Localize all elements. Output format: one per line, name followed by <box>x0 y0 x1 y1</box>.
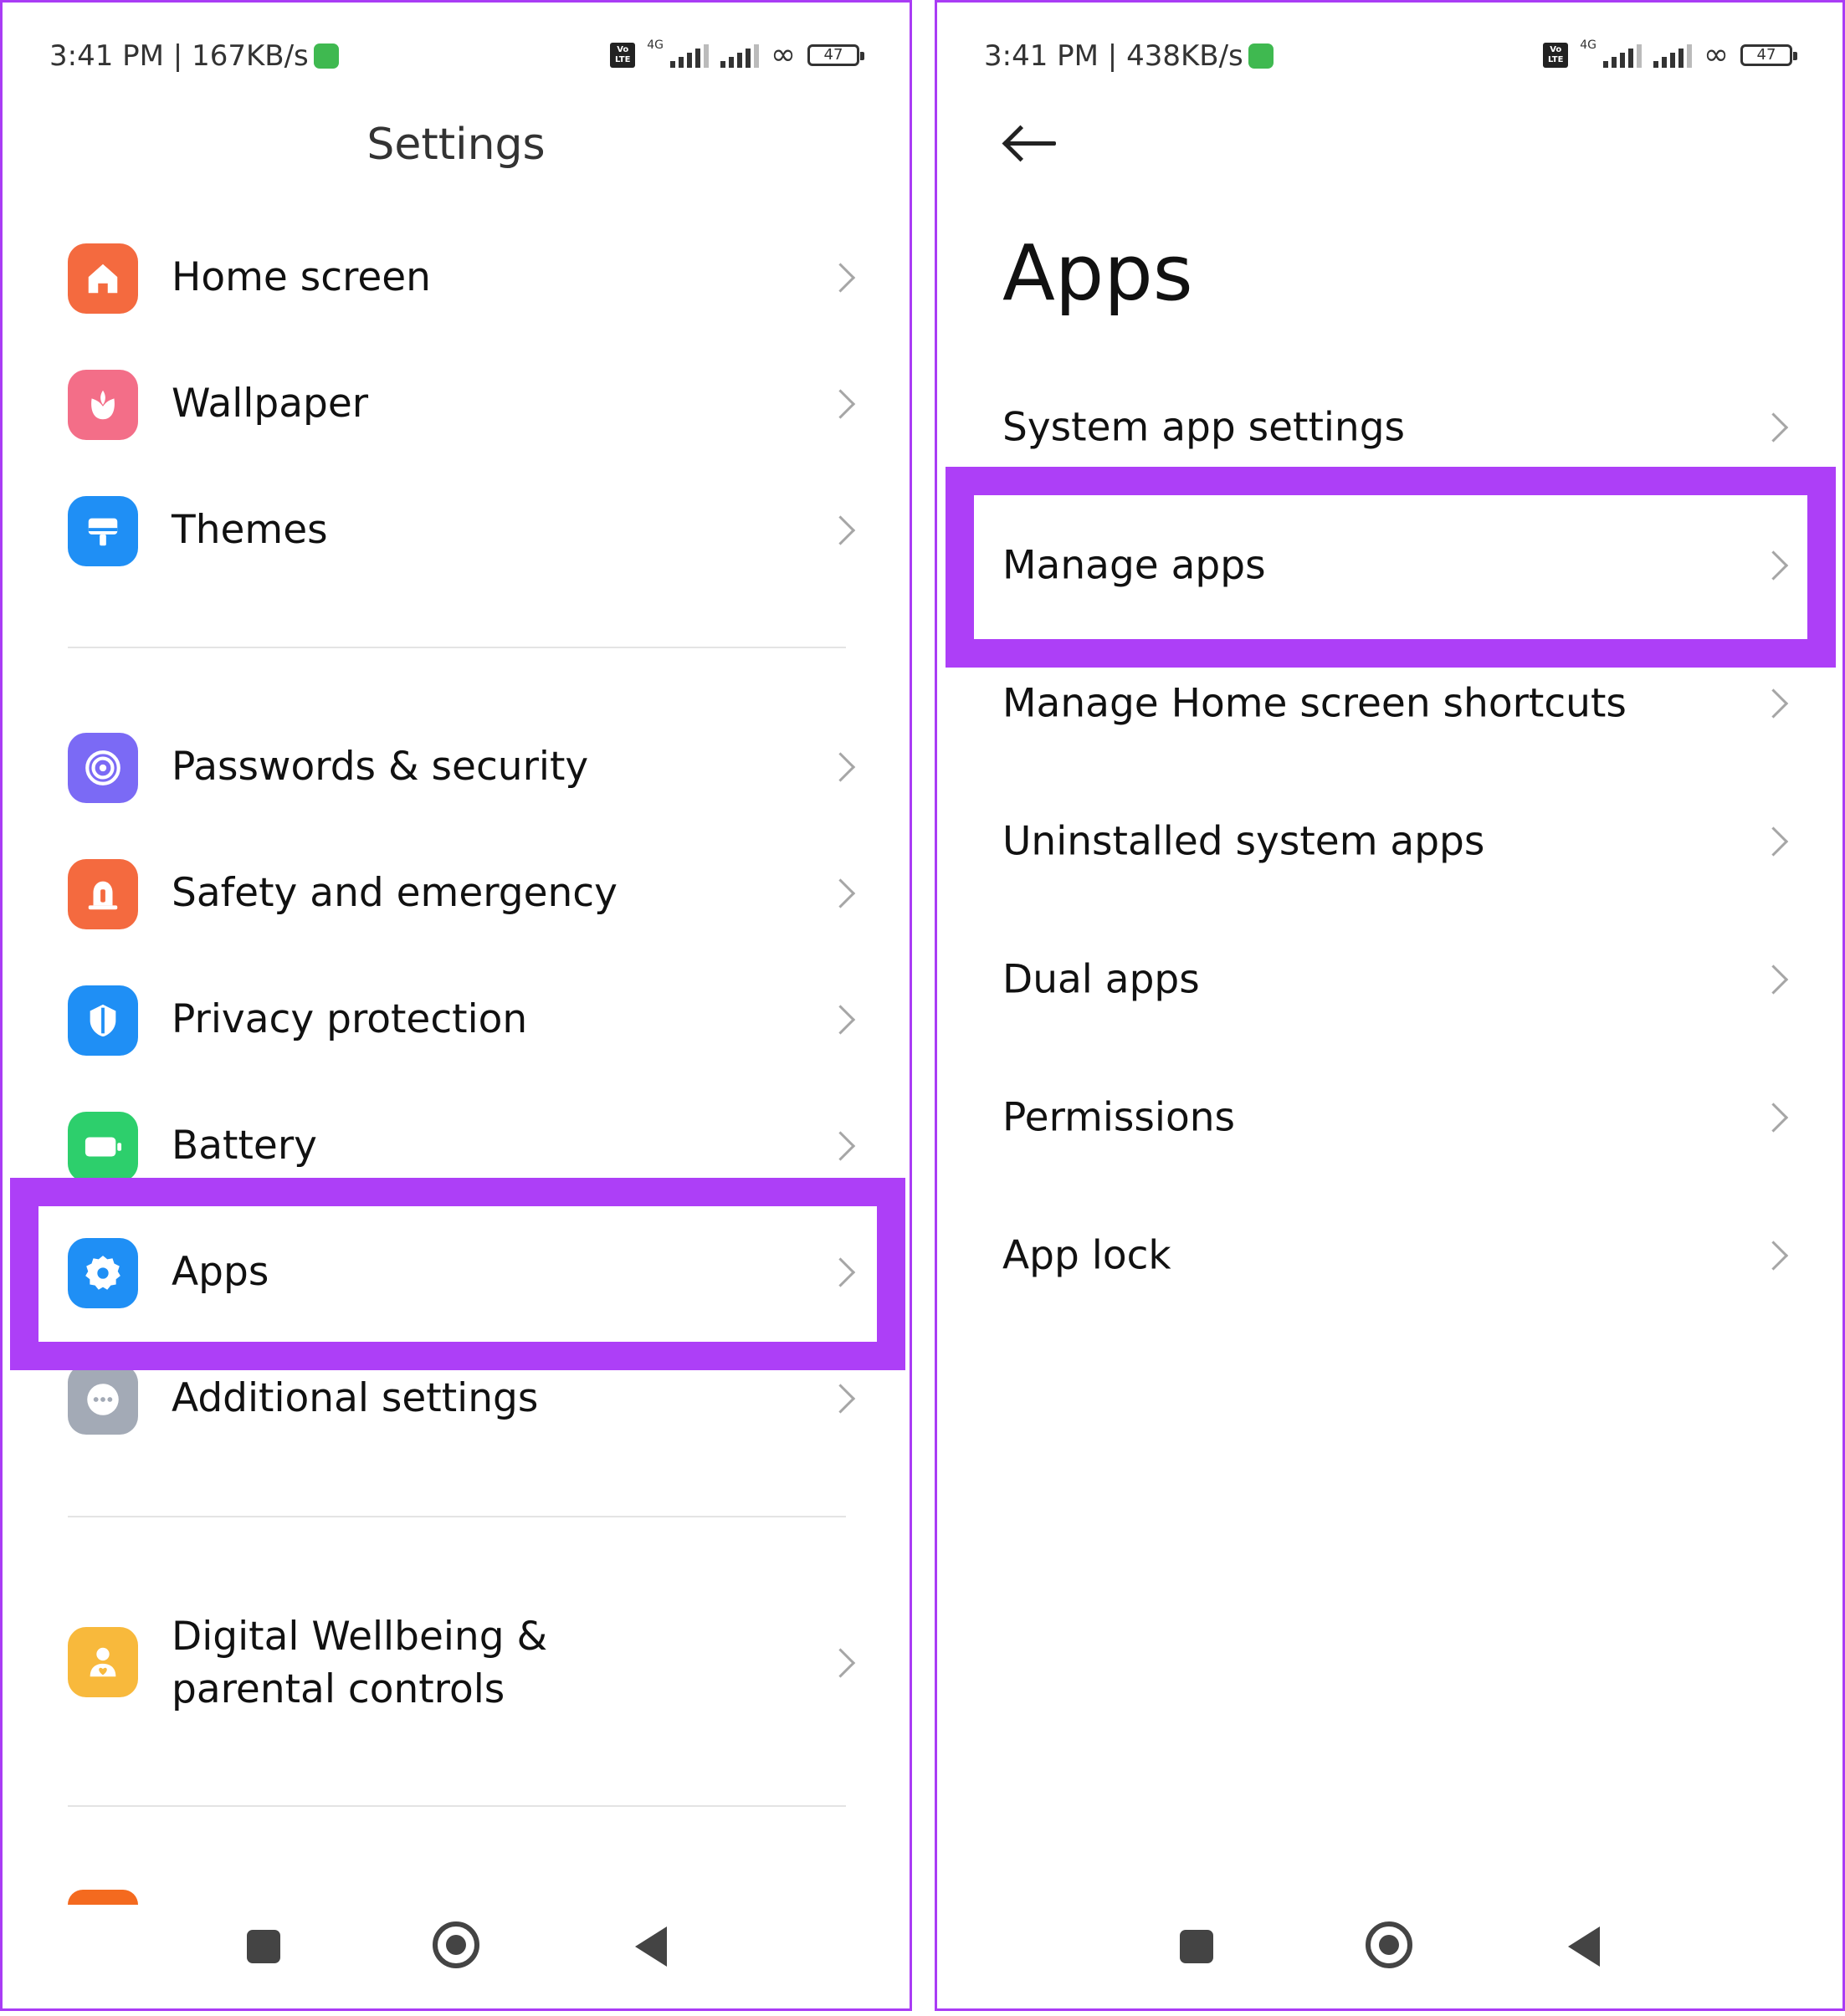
signal-2-icon <box>1653 43 1692 68</box>
settings-item-passwords-security[interactable]: Passwords & security <box>3 721 910 813</box>
partial-settings-icon <box>68 1890 138 1905</box>
settings-item-label: Battery <box>172 1123 317 1169</box>
gear-icon <box>68 1238 138 1308</box>
signal-icon <box>670 43 709 68</box>
settings-item-label: Safety and emergency <box>172 870 618 916</box>
settings-item-privacy-protection[interactable]: Privacy protection <box>3 974 910 1066</box>
chevron-right-icon <box>825 263 856 293</box>
apps-item-permissions[interactable]: Permissions <box>937 1067 1842 1168</box>
chevron-right-icon <box>1758 688 1789 719</box>
section-divider <box>68 647 846 648</box>
navigation-bar <box>937 1913 1842 1980</box>
apps-item-uninstalled-system-apps[interactable]: Uninstalled system apps <box>937 791 1842 892</box>
home-button[interactable] <box>433 1921 479 1968</box>
chevron-right-icon <box>825 1005 856 1035</box>
status-time: 3:41 PM | 438KB/s <box>984 39 1274 73</box>
signal-icon <box>1603 43 1642 68</box>
settings-item-label: Digital Wellbeing & parental controls <box>172 1614 548 1712</box>
fingerprint-icon <box>68 733 138 803</box>
apps-item-system-app-settings[interactable]: System app settings <box>937 377 1842 478</box>
chevron-right-icon <box>825 1257 856 1287</box>
status-bar: 3:41 PM | 438KB/s Vo LTE 4G ∞ 47 <box>984 38 1797 76</box>
hotspot-link-icon: ∞ <box>1704 38 1729 72</box>
wellbeing-icon <box>68 1627 138 1697</box>
network-type: 4G <box>1580 38 1596 52</box>
apps-item-label: App lock <box>1002 1232 1171 1279</box>
status-time: 3:41 PM | 167KB/s <box>49 39 339 73</box>
chevron-right-icon <box>825 515 856 545</box>
page-title: Settings <box>366 120 546 170</box>
chevron-right-icon <box>825 1384 856 1414</box>
home-button[interactable] <box>1366 1921 1412 1968</box>
status-bar: 3:41 PM | 167KB/s Vo LTE 4G ∞ 47 <box>49 38 864 76</box>
apps-screen: 3:41 PM | 438KB/s Vo LTE 4G ∞ 47 Apps Sys… <box>935 0 1845 2011</box>
settings-item-digital-wellbeing[interactable]: Digital Wellbeing & parental controls <box>3 1609 910 1717</box>
chevron-right-icon <box>825 389 856 419</box>
apps-item-label: Manage apps <box>1002 542 1266 589</box>
battery-status-icon: 47 <box>1740 44 1797 66</box>
flower-icon <box>68 370 138 440</box>
settings-item-label: Apps <box>172 1249 269 1295</box>
settings-item-label: Wallpaper <box>172 381 369 427</box>
settings-item-themes[interactable]: Themes <box>3 484 910 576</box>
settings-item-label: Additional settings <box>172 1375 539 1421</box>
privacy-shield-icon <box>68 985 138 1056</box>
apps-item-label: Uninstalled system apps <box>1002 818 1485 865</box>
alarm-bell-icon <box>68 859 138 929</box>
battery-status-icon: 47 <box>807 44 864 66</box>
apps-item-manage-apps[interactable]: Manage apps <box>937 515 1842 616</box>
section-divider <box>68 1516 846 1517</box>
chevron-right-icon <box>1758 965 1789 995</box>
settings-item-label: Passwords & security <box>172 744 589 790</box>
apps-item-label: Dual apps <box>1002 956 1200 1003</box>
settings-item-additional-settings[interactable]: Additional settings <box>3 1353 910 1445</box>
battery-icon <box>68 1112 138 1182</box>
apps-item-label: Permissions <box>1002 1094 1235 1141</box>
volte-icon: Vo LTE <box>1543 43 1569 68</box>
settings-item-battery[interactable]: Battery <box>3 1100 910 1192</box>
settings-item-label: Privacy protection <box>172 996 528 1042</box>
chevron-right-icon <box>825 1648 856 1678</box>
back-button[interactable] <box>1568 1926 1600 1967</box>
more-dots-icon <box>68 1364 138 1435</box>
chevron-right-icon <box>1758 1241 1789 1271</box>
recents-button[interactable] <box>1180 1930 1213 1963</box>
settings-screen: 3:41 PM | 167KB/s Vo LTE 4G ∞ 47 Settings… <box>0 0 912 2011</box>
chevron-right-icon <box>825 752 856 782</box>
page-title: Apps <box>1002 228 1193 318</box>
back-button[interactable] <box>635 1926 667 1967</box>
recents-button[interactable] <box>247 1930 280 1963</box>
network-type: 4G <box>647 38 664 52</box>
hotspot-link-icon: ∞ <box>771 38 796 72</box>
navigation-bar <box>3 1913 910 1980</box>
chevron-right-icon <box>825 878 856 908</box>
app-notification-icon <box>313 43 339 69</box>
apps-item-label: Manage Home screen shortcuts <box>1002 680 1627 727</box>
settings-item-label: Home screen <box>172 254 431 300</box>
app-notification-icon <box>1248 43 1274 69</box>
settings-item-wallpaper[interactable]: Wallpaper <box>3 358 910 450</box>
chevron-right-icon <box>1758 550 1789 581</box>
chevron-right-icon <box>825 1131 856 1161</box>
apps-item-manage-home-shortcuts[interactable]: Manage Home screen shortcuts <box>937 653 1842 754</box>
settings-item-home-screen[interactable]: Home screen <box>3 232 910 324</box>
section-divider <box>68 1805 846 1807</box>
chevron-right-icon <box>1758 1103 1789 1133</box>
apps-item-app-lock[interactable]: App lock <box>937 1205 1842 1306</box>
volte-icon: Vo LTE <box>610 43 636 68</box>
apps-item-label: System app settings <box>1002 404 1406 451</box>
home-icon <box>68 243 138 314</box>
settings-item-label: Themes <box>172 507 328 553</box>
settings-item-apps[interactable]: Apps <box>3 1226 910 1318</box>
chevron-right-icon <box>1758 826 1789 857</box>
signal-2-icon <box>720 43 759 68</box>
chevron-right-icon <box>1758 412 1789 443</box>
back-arrow-icon[interactable] <box>1002 125 1058 162</box>
paint-roller-icon <box>68 496 138 566</box>
settings-item-safety-emergency[interactable]: Safety and emergency <box>3 847 910 939</box>
apps-item-dual-apps[interactable]: Dual apps <box>937 929 1842 1030</box>
